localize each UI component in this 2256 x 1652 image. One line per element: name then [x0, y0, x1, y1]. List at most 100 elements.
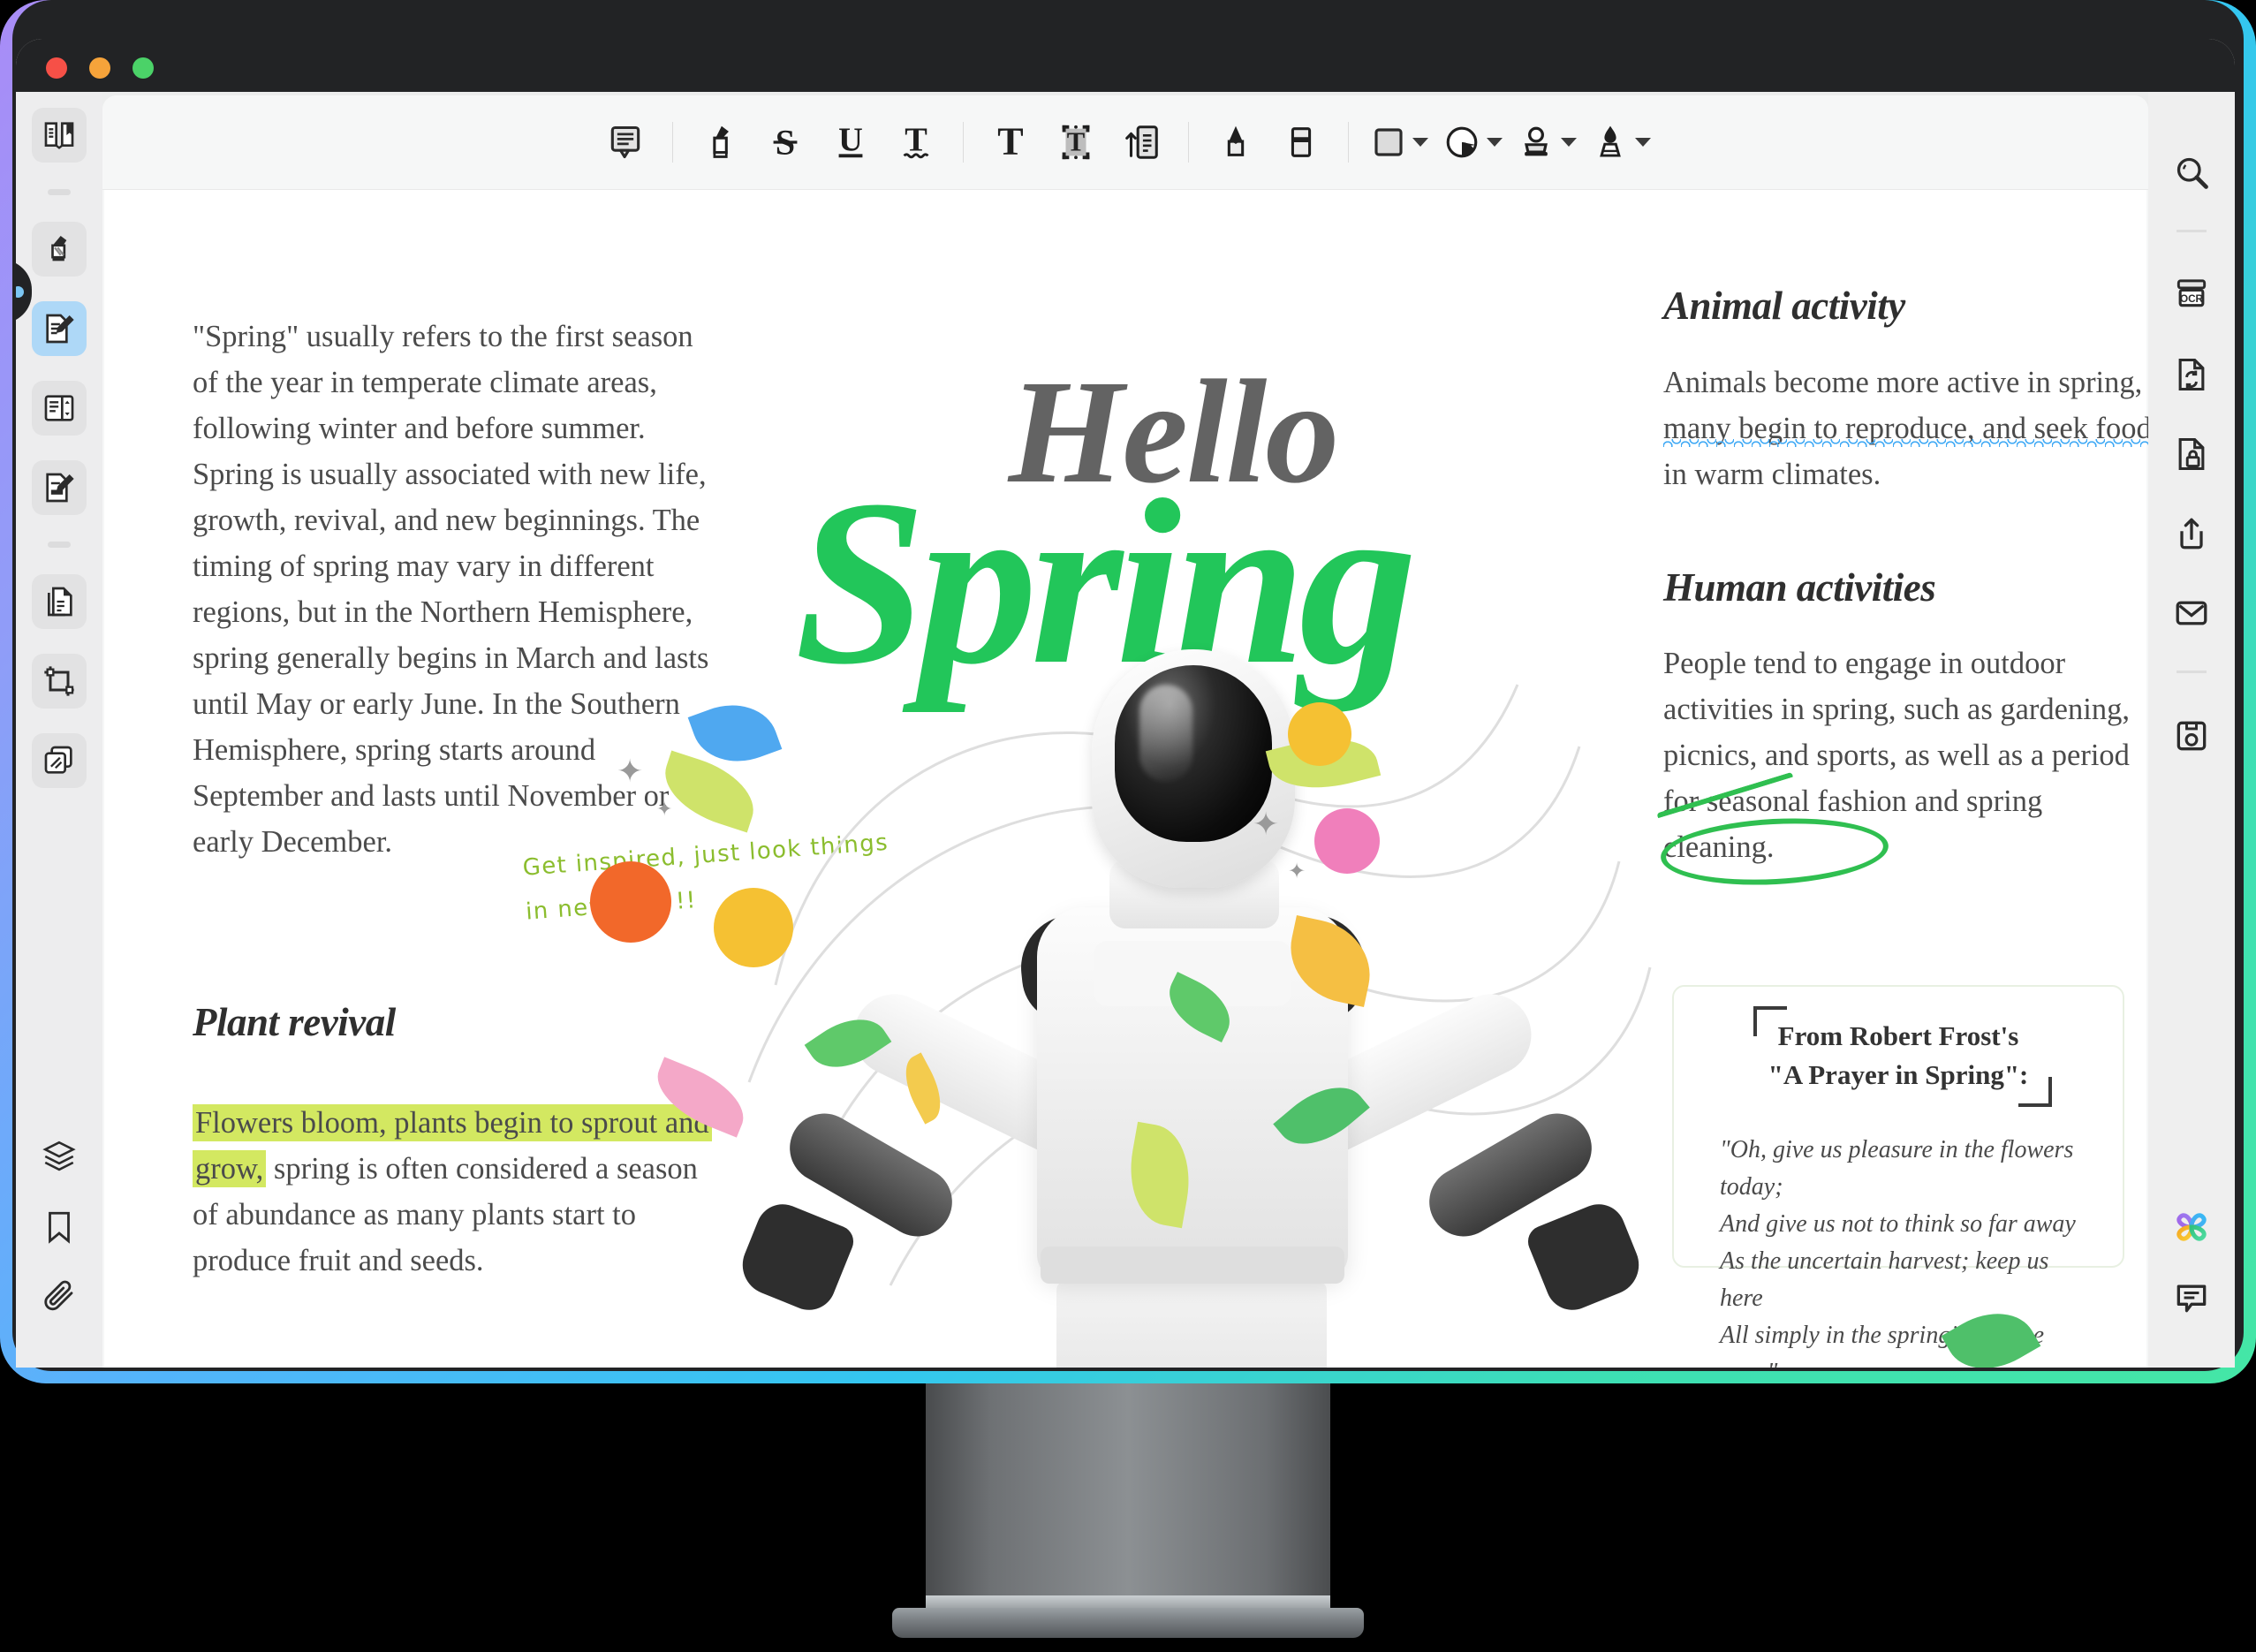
monitor-stand-neck [926, 1383, 1330, 1615]
document-pen-icon [46, 314, 74, 344]
toolbar-signature[interactable] [1584, 123, 1658, 162]
quote-line: "Oh, give us pleasure in the flowers tod… [1720, 1136, 2074, 1201]
layers-icon [42, 1140, 76, 1171]
close-button[interactable] [46, 57, 67, 79]
highlighter-icon [51, 236, 67, 261]
page-stack-icon [48, 587, 72, 617]
monitor-stand-base [892, 1608, 1364, 1638]
deco-flower-pink [1314, 808, 1380, 874]
sidebar-item-email[interactable] [2164, 586, 2219, 640]
toolbar-highlight-text[interactable] [687, 112, 753, 172]
sidebar-item-share[interactable] [2164, 506, 2219, 561]
zoom-button[interactable] [132, 57, 154, 79]
squiggly-t-icon: T [903, 122, 929, 159]
color-fill-icon [1446, 126, 1478, 158]
sidebar-item-reader-view[interactable] [32, 108, 87, 163]
fountain-pen-icon [1600, 125, 1621, 157]
toolbar-fill-color[interactable] [1435, 123, 1510, 162]
document-edit-icon [46, 473, 74, 503]
deco-flower-yellow-2 [714, 888, 793, 967]
section-title-animal-activity: Animal activity [1663, 284, 1905, 328]
crop-icon [44, 666, 74, 696]
astronaut-visor-highlight [1139, 685, 1192, 782]
svg-text:T: T [997, 122, 1023, 163]
sidebar-item-bookmarks[interactable] [32, 1200, 87, 1254]
toolbar-divider-3 [1188, 122, 1189, 163]
quote-card-title: From Robert Frost's "A Prayer in Spring"… [1713, 1006, 2084, 1107]
circled-phrase[interactable]: activities in spring, [1663, 693, 1896, 726]
window-titlebar [16, 39, 2235, 92]
hero-illustration: Hello Spring ✦ ✦ ✦ ✦ [590, 190, 1677, 1368]
minimize-button[interactable] [89, 57, 110, 79]
ocr-icon: OCR [2177, 279, 2207, 307]
sidebar-item-convert[interactable] [2164, 347, 2219, 402]
toolbar-sticky-note[interactable] [593, 112, 658, 172]
sidebar-item-ai-assistant[interactable] [2164, 1200, 2219, 1254]
toolbar-text-box[interactable]: T [1043, 112, 1109, 172]
toolbar-callout[interactable] [1109, 112, 1174, 172]
deco-flower-orange [590, 861, 671, 943]
floppy-save-icon [2177, 721, 2207, 751]
quote-line: And give us not to think so far away [1720, 1210, 2076, 1238]
page-scroll-container[interactable]: "Spring" usually refers to the first sea… [102, 190, 2148, 1368]
deco-leaf-lime-1 [655, 750, 764, 833]
sidebar-item-ocr[interactable]: OCR [2164, 268, 2219, 322]
svg-text:U: U [838, 122, 863, 159]
underline-u-icon: U [838, 122, 863, 159]
plant-revival-rest: spring is often considered a season of a… [193, 1152, 698, 1277]
sidebar-item-layers[interactable] [32, 1129, 87, 1184]
stamp-icon [1525, 126, 1548, 156]
sidebar-item-search[interactable] [2164, 145, 2219, 200]
quote-bracket-top-left-icon [1753, 1006, 1787, 1036]
toolbar-eraser[interactable] [1268, 112, 1334, 172]
sidebar-item-comments-panel[interactable] [2164, 1270, 2219, 1325]
toolbar-pencil[interactable] [1203, 112, 1268, 172]
sidebar-item-page-layout[interactable] [32, 381, 87, 436]
sidebar-item-save[interactable] [2164, 709, 2219, 763]
deco-sparkle-2: ✦ [656, 798, 673, 820]
sidebar-item-highlighter[interactable] [32, 222, 87, 277]
panel-drag-handle[interactable] [16, 260, 32, 323]
right-sidebar-divider-2 [2177, 671, 2207, 673]
app-window: S U T T T "Spring" usually refers to the… [16, 39, 2235, 1368]
toolbar-stamp[interactable] [1510, 123, 1584, 162]
astronaut-hand-right [1523, 1196, 1648, 1318]
svg-text:T: T [1067, 127, 1085, 157]
sidebar-item-annotate[interactable] [32, 301, 87, 356]
toolbar-shapes[interactable] [1363, 124, 1435, 161]
toolbar-squiggly-underline[interactable]: T [883, 112, 949, 172]
marker-pen-icon [713, 125, 729, 158]
toolbar-add-text[interactable]: T [978, 112, 1043, 172]
toolbar-underline[interactable]: U [818, 112, 883, 172]
comment-box-icon [610, 125, 640, 159]
sidebar-item-compare-files[interactable] [32, 733, 87, 788]
pencil-icon [1227, 125, 1245, 156]
chevron-down-icon [1412, 138, 1428, 147]
sidebar-item-edit-content[interactable] [32, 460, 87, 515]
sidebar-item-crop-pages[interactable] [32, 654, 87, 709]
pdf-page: "Spring" usually refers to the first sea… [104, 190, 2148, 1368]
envelope-icon [2176, 601, 2207, 625]
sidebar-divider [48, 189, 71, 195]
toolbar-strikethrough[interactable]: S [753, 112, 818, 172]
quote-card: From Robert Frost's "A Prayer in Spring"… [1672, 985, 2124, 1368]
annotation-toolbar: S U T T T [102, 95, 2148, 190]
document-lock-icon [2178, 437, 2205, 471]
bookmark-icon [49, 1211, 70, 1244]
left-sidebar-bottom [32, 1129, 87, 1368]
text-t-icon: T [997, 122, 1023, 163]
astronaut-belt [1041, 1247, 1344, 1284]
sidebar-item-attachments[interactable] [32, 1270, 87, 1325]
sidebar-item-protect[interactable] [2164, 427, 2219, 481]
astronaut-visor [1115, 665, 1272, 842]
right-sidebar-bottom [2164, 1200, 2219, 1368]
sidebar-divider-2 [48, 542, 71, 548]
deco-flower-yellow-1 [1288, 702, 1351, 766]
square-shape-icon [1374, 128, 1403, 156]
chevron-down-icon [1561, 138, 1577, 147]
plant-revival-paragraph: Flowers bloom, plants begin to sprout an… [193, 1100, 723, 1284]
sidebar-item-organize-pages[interactable] [32, 574, 87, 629]
ai-clover-icon [2177, 1213, 2207, 1241]
svg-text:OCR: OCR [2180, 293, 2204, 305]
squiggly-underlined-text[interactable]: Animals become more active in spring, ma… [1663, 366, 2148, 445]
